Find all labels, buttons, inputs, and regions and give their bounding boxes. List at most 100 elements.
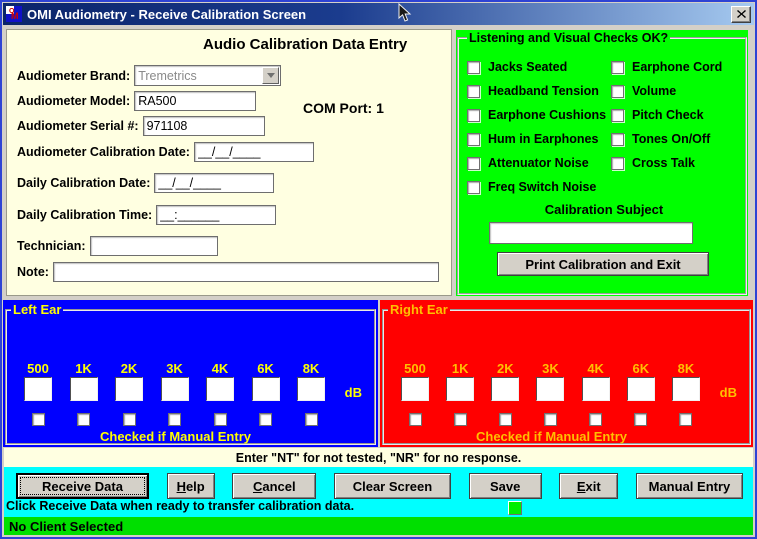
check-item-headband-tension: Headband Tension (467, 79, 611, 103)
freq-label-8k: 8K (678, 361, 695, 377)
right-ear-manual-entry-checkbox-1k[interactable] (454, 413, 467, 426)
receive-data-instruction: Click Receive Data when ready to transfe… (6, 499, 354, 513)
left-ear-threshold-input-500[interactable] (24, 377, 52, 401)
left-ear-manual-entry-checkbox-1k[interactable] (77, 413, 90, 426)
freq-label-1k: 1K (75, 361, 92, 377)
check-item-volume: Volume (611, 79, 743, 103)
checkbox-cross-talk[interactable] (611, 157, 624, 170)
close-button[interactable] (731, 6, 751, 23)
technician-input[interactable] (90, 236, 218, 256)
right-ear-threshold-input-8k[interactable] (672, 377, 700, 401)
right-freq-col-2k: 2K (488, 361, 522, 401)
right-ear-manual-entry-checkbox-3k[interactable] (544, 413, 557, 426)
right-ear-db-label: dB (720, 385, 737, 400)
save-button[interactable]: Save (469, 473, 542, 499)
form-rows: Audiometer Brand: Tremetrics Audiometer … (17, 65, 451, 282)
titlebar[interactable]: O M OMI Audiometry - Receive Calibration… (3, 3, 754, 25)
checkbox-pitch-check[interactable] (611, 109, 624, 122)
calibration-subject-input[interactable] (489, 222, 693, 244)
checkbox-label: Headband Tension (488, 84, 599, 98)
check-item-earphone-cord: Earphone Cord (611, 55, 743, 79)
checkbox-volume[interactable] (611, 85, 624, 98)
left-manual-slot-1k (67, 413, 101, 426)
freq-label-6k: 6K (257, 361, 274, 377)
note-label: Note: (17, 265, 49, 279)
field-daily-calibration-date: Daily Calibration Date: (17, 173, 451, 193)
right-ear-manual-entry-checkbox-8k[interactable] (679, 413, 692, 426)
checkbox-earphone-cushions[interactable] (467, 109, 480, 122)
right-ear-manual-entry-checkbox-6k[interactable] (634, 413, 647, 426)
freq-label-4k: 4K (587, 361, 604, 377)
daily-calibration-time-input[interactable] (156, 205, 276, 225)
left-ear-manual-entry-checkbox-3k[interactable] (168, 413, 181, 426)
receive-data-button[interactable]: Receive Data (16, 473, 149, 499)
left-ear-manual-entry-checkbox-500[interactable] (32, 413, 45, 426)
audiometer-brand-dropdown[interactable]: Tremetrics (134, 65, 281, 86)
right-ear-manual-entry-checkbox-2k[interactable] (499, 413, 512, 426)
checkbox-freq-switch-noise[interactable] (467, 181, 480, 194)
field-audiometer-calibration-date: Audiometer Calibration Date: (17, 142, 451, 162)
field-audiometer-serial: Audiometer Serial #: (17, 116, 451, 136)
checkbox-jacks-seated[interactable] (467, 61, 480, 74)
checks-col-left: Jacks SeatedHeadband TensionEarphone Cus… (467, 55, 611, 199)
left-freq-col-500: 500 (21, 361, 55, 401)
calibration-data-panel: Audio Calibration Data Entry Audiometer … (6, 29, 452, 296)
left-ear-db-label: dB (345, 385, 362, 400)
right-ear-threshold-input-3k[interactable] (536, 377, 564, 401)
left-freq-col-6k: 6K (249, 361, 283, 401)
panel-title: Audio Calibration Data Entry (203, 36, 451, 53)
toolbar-area: Receive Data Help Cancel Clear Screen Save Ex… (4, 467, 753, 517)
manual-entry-button[interactable]: Manual Entry (636, 473, 743, 499)
left-ear-threshold-input-6k[interactable] (252, 377, 280, 401)
left-ear-threshold-input-4k[interactable] (206, 377, 234, 401)
left-ear-manual-caption: Checked if Manual Entry (7, 429, 344, 444)
left-ear-title: Left Ear (11, 302, 63, 317)
print-calibration-exit-button[interactable]: Print Calibration and Exit (497, 252, 709, 276)
cancel-button[interactable]: Cancel (232, 473, 316, 499)
left-manual-slot-2k (112, 413, 146, 426)
checkbox-headband-tension[interactable] (467, 85, 480, 98)
checkbox-attenuator-noise[interactable] (467, 157, 480, 170)
left-ear-manual-entry-checkbox-2k[interactable] (123, 413, 136, 426)
right-ear-title: Right Ear (388, 302, 450, 317)
audiometer-model-input[interactable] (134, 91, 256, 111)
daily-calibration-date-input[interactable] (154, 173, 274, 193)
right-freq-col-1k: 1K (443, 361, 477, 401)
left-manual-slot-8k (294, 413, 328, 426)
left-freq-col-2k: 2K (112, 361, 146, 401)
checkbox-earphone-cord[interactable] (611, 61, 624, 74)
left-ear-manual-entry-checkbox-6k[interactable] (259, 413, 272, 426)
right-ear-threshold-input-6k[interactable] (627, 377, 655, 401)
right-ear-manual-entry-checkbox-500[interactable] (409, 413, 422, 426)
checkbox-label: Freq Switch Noise (488, 180, 596, 194)
right-ear-threshold-input-500[interactable] (401, 377, 429, 401)
right-ear-threshold-input-4k[interactable] (582, 377, 610, 401)
left-freq-col-8k: 8K (294, 361, 328, 401)
help-button[interactable]: Help (167, 473, 215, 499)
checkbox-tones-on-off[interactable] (611, 133, 624, 146)
right-ear-panel: Right Ear 5001K2K3K4K6K8K dB Checked if … (380, 300, 753, 447)
checkbox-hum-in-earphones[interactable] (467, 133, 480, 146)
omi-audiometry-window: { "window": { "title": "OMI Audiometry -… (0, 0, 757, 539)
audiometer-brand-label: Audiometer Brand: (17, 69, 130, 83)
technician-label: Technician: (17, 239, 86, 253)
audiometer-serial-input[interactable] (143, 116, 265, 136)
right-ear-manual-entry-checkbox-4k[interactable] (589, 413, 602, 426)
dropdown-arrow-button[interactable] (262, 67, 279, 84)
left-ear-threshold-input-2k[interactable] (115, 377, 143, 401)
exit-button[interactable]: Exit (559, 473, 618, 499)
left-ear-threshold-input-8k[interactable] (297, 377, 325, 401)
left-ear-threshold-input-1k[interactable] (70, 377, 98, 401)
left-ear-manual-entry-checkbox-8k[interactable] (305, 413, 318, 426)
note-input[interactable] (53, 262, 439, 282)
audiometer-calibration-date-input[interactable] (194, 142, 314, 162)
audiometer-calibration-date-label: Audiometer Calibration Date: (17, 145, 190, 159)
close-icon (737, 10, 746, 18)
client-status-text: No Client Selected (9, 519, 123, 534)
left-ear-threshold-input-3k[interactable] (161, 377, 189, 401)
right-ear-threshold-input-1k[interactable] (446, 377, 474, 401)
left-ear-manual-entry-checkbox-4k[interactable] (214, 413, 227, 426)
status-indicator-square (508, 501, 522, 515)
clear-screen-button[interactable]: Clear Screen (334, 473, 451, 499)
right-ear-threshold-input-2k[interactable] (491, 377, 519, 401)
